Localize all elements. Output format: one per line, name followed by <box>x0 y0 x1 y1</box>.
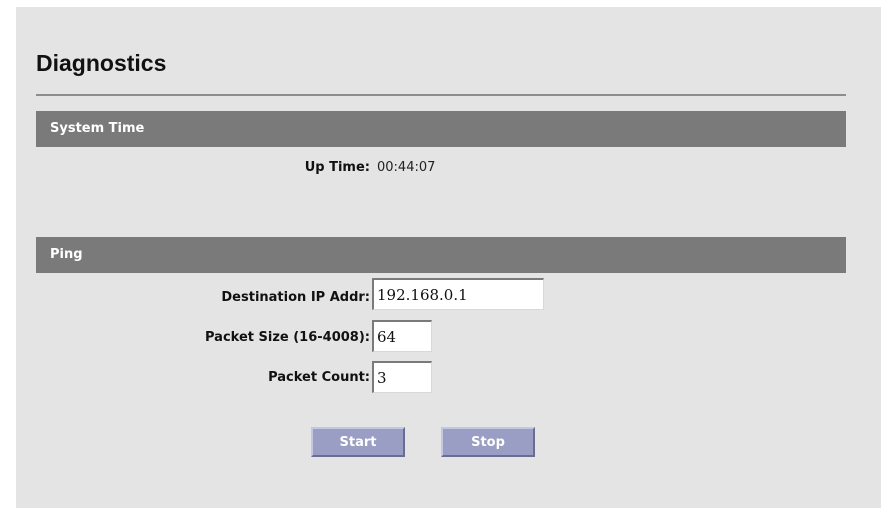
destination-ip-label: Destination IP Addr: <box>221 290 370 305</box>
packet-size-label: Packet Size (16-4008): <box>205 330 370 345</box>
packet-count-label: Packet Count: <box>268 370 370 385</box>
stop-button[interactable]: Stop <box>441 427 535 457</box>
system-time-section-header: System Time <box>36 111 846 147</box>
destination-ip-input[interactable] <box>372 278 544 310</box>
uptime-value: 00:44:07 <box>377 160 436 175</box>
start-button[interactable]: Start <box>311 427 405 457</box>
page-title: Diagnostics <box>36 50 167 76</box>
packet-count-input[interactable] <box>372 361 432 393</box>
ping-section-header: Ping <box>36 237 846 273</box>
uptime-label: Up Time: <box>304 160 370 175</box>
title-divider <box>36 94 846 96</box>
packet-size-input[interactable] <box>372 320 432 352</box>
